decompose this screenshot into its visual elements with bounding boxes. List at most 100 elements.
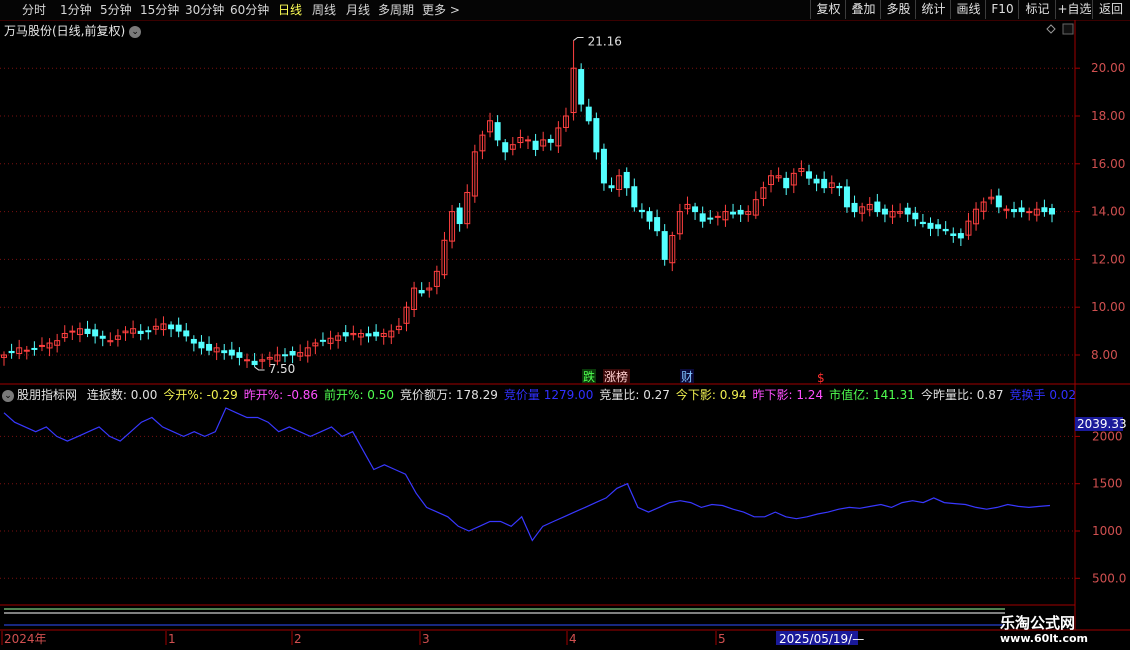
candle-body xyxy=(950,233,957,237)
candle-body xyxy=(175,324,182,332)
candle-body xyxy=(373,331,380,337)
indicator-item: 昨开%: -0.86 xyxy=(243,388,319,402)
indicator-item: 前开%: 0.50 xyxy=(324,388,395,402)
candle-body xyxy=(319,339,326,342)
candle-body xyxy=(904,207,911,215)
candle-body xyxy=(874,201,881,213)
candle-body xyxy=(1011,209,1018,213)
price-tick-label: 12.00 xyxy=(1091,252,1125,266)
candle-body xyxy=(805,171,812,179)
candle-body xyxy=(919,221,926,225)
candle-body xyxy=(342,332,349,337)
candle-body xyxy=(730,211,737,215)
timeline-label: 1 xyxy=(168,632,176,646)
candle-body xyxy=(31,347,38,350)
indicator-item: 昨下影: 1.24 xyxy=(752,388,824,402)
candle-body xyxy=(646,211,653,222)
candle-body xyxy=(813,178,820,184)
candle-body xyxy=(236,352,243,358)
timeline-label: 4 xyxy=(569,632,577,646)
kline-chart[interactable]: 20.0018.0016.0014.0012.0010.008.007.5021… xyxy=(0,0,1130,650)
candle-body xyxy=(198,341,205,349)
candle-body xyxy=(137,330,144,334)
candle-body xyxy=(494,122,501,141)
price-tick-label: 16.00 xyxy=(1091,157,1125,171)
candle-body xyxy=(927,222,934,229)
candle-body xyxy=(289,350,296,356)
event-marker-zhangbang: 涨榜 xyxy=(604,369,628,384)
candle-body xyxy=(593,118,600,153)
candle-body xyxy=(168,324,175,330)
candle-body xyxy=(1041,207,1048,213)
candle-body xyxy=(851,202,858,213)
indicator-tick-label: 1500 xyxy=(1092,477,1123,491)
candle-body xyxy=(547,138,554,143)
indicator-item: 今昨量比: 0.87 xyxy=(920,388,1004,402)
candle-body xyxy=(623,171,630,189)
pane-scroll-button xyxy=(1062,23,1074,35)
candle-body xyxy=(365,333,372,337)
indicator-item: 今下影: 0.94 xyxy=(675,388,747,402)
candle-body xyxy=(836,185,843,189)
candle-body xyxy=(206,343,213,351)
candle-body xyxy=(92,329,99,337)
timeline-label: 5 xyxy=(718,632,726,646)
candle-body xyxy=(692,206,699,213)
candle-body xyxy=(502,142,509,153)
event-marker-die: 跌 xyxy=(583,369,595,384)
candle-body xyxy=(8,350,15,354)
candle-body xyxy=(183,330,190,337)
price-tick-label: 18.00 xyxy=(1091,109,1125,123)
low-price-pointer xyxy=(254,366,265,371)
candle-body xyxy=(783,177,790,189)
candle-body xyxy=(190,338,197,344)
candle-body xyxy=(699,213,706,222)
low-price-label: 7.50 xyxy=(269,362,296,376)
event-marker-dollar: $ xyxy=(817,371,825,385)
indicator-tick-label: 2000 xyxy=(1092,429,1123,443)
candle-body xyxy=(99,335,106,339)
candle-body xyxy=(881,208,888,215)
indicator-values: 连扳数: 0.00 今开%: -0.29 昨开%: -0.86 前开%: 0.50 竞价… xyxy=(87,388,1082,402)
chevron-down-icon[interactable]: ⌄ xyxy=(2,389,14,402)
candle-body xyxy=(935,224,942,229)
candle-body xyxy=(843,186,850,208)
candle-body xyxy=(631,186,638,208)
indicator-item: 竞量比: 0.27 xyxy=(599,388,670,402)
candle-body xyxy=(525,139,531,142)
candle-body xyxy=(608,185,615,189)
candle-body xyxy=(23,349,30,352)
candle-body xyxy=(281,354,288,357)
candle-body xyxy=(1018,207,1025,213)
candle-body xyxy=(228,349,235,356)
indicator-item: 市值亿: 141.31 xyxy=(829,388,915,402)
candle-body xyxy=(69,330,76,333)
candle-body xyxy=(244,359,251,362)
candle-body xyxy=(418,290,425,294)
timeline-cursor-date: 2025/05/19/— xyxy=(779,632,864,646)
candle-body xyxy=(532,140,539,150)
indicator-item: 竞换手 0.02 xyxy=(1009,388,1077,402)
candle-body xyxy=(912,212,919,220)
candle-body xyxy=(942,228,949,232)
high-price-label: 21.16 xyxy=(588,34,622,48)
price-tick-label: 14.00 xyxy=(1091,205,1125,219)
candle-body xyxy=(578,69,585,105)
price-tick-label: 8.00 xyxy=(1091,348,1118,362)
indicator-name[interactable]: 股朋指标网 xyxy=(17,388,77,402)
indicator-item: 连扳数: 0.00 xyxy=(86,388,158,402)
candle-body xyxy=(145,330,152,333)
candle-body xyxy=(654,217,661,232)
candle-body xyxy=(661,231,668,260)
candle-body xyxy=(737,209,744,215)
watermark-url: www.60lt.com xyxy=(1000,632,1089,645)
candle-body xyxy=(84,328,91,334)
candle-body xyxy=(957,233,964,239)
high-price-pointer xyxy=(573,36,584,41)
timeline-label: 2024年 xyxy=(4,632,47,646)
indicator-item: 今开%: -0.29 xyxy=(163,388,238,402)
price-tick-label: 20.00 xyxy=(1091,61,1125,75)
candle-body xyxy=(585,106,592,122)
event-marker-cai: 财 xyxy=(681,370,693,384)
candle-body xyxy=(600,148,607,184)
